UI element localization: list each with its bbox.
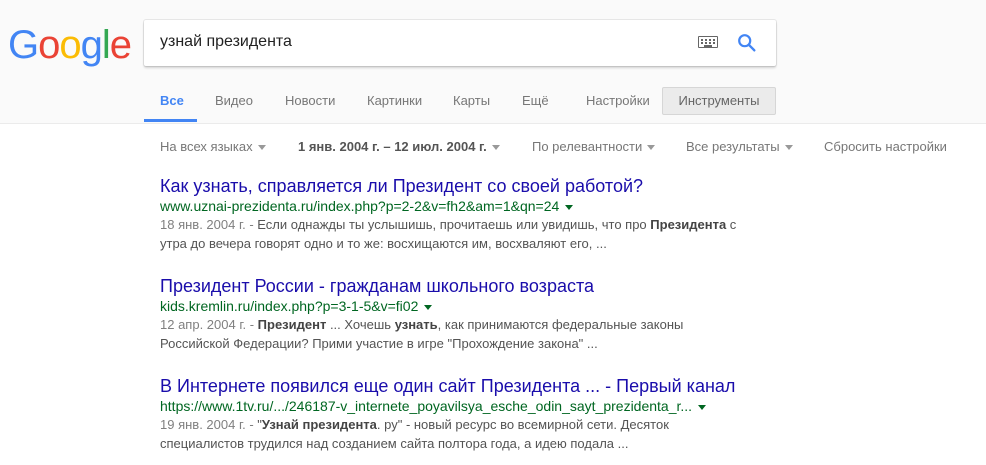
tab-all[interactable]: Все [160, 93, 184, 108]
url-dropdown-icon[interactable] [424, 304, 433, 310]
url-dropdown-icon[interactable] [565, 204, 574, 210]
result-url-text: kids.kremlin.ru/index.php?p=3-1-5&v=fi02 [160, 298, 419, 314]
sort-filter[interactable]: По релевантности [532, 139, 656, 154]
result-title-link[interactable]: Президент России - гражданам школьного в… [160, 275, 760, 297]
search-result: Как узнать, справляется ли Президент со … [160, 175, 760, 253]
tab-images[interactable]: Картинки [367, 93, 422, 108]
search-result: В Интернете появился еще один сайт Прези… [160, 375, 760, 453]
header-bar: Google узнай президента Все Видео Новост… [0, 0, 986, 124]
logo-letter: g [80, 23, 103, 67]
snippet-highlight: Узнай президента [261, 417, 377, 432]
caret-down-icon [491, 145, 500, 151]
result-date: 18 янв. 2004 г. - [160, 217, 258, 232]
result-url: www.uznai-prezidenta.ru/index.php?p=2-2&… [160, 197, 760, 215]
search-box[interactable]: узнай президента [144, 20, 776, 66]
google-logo[interactable]: Google [8, 23, 132, 67]
logo-letter: o [59, 23, 81, 67]
result-date: 19 янв. 2004 г. - [160, 417, 258, 432]
search-input[interactable]: узнай президента [160, 33, 292, 51]
tab-news[interactable]: Новости [285, 93, 335, 108]
logo-letter: G [8, 23, 39, 67]
result-url: kids.kremlin.ru/index.php?p=3-1-5&v=fi02 [160, 297, 760, 315]
results-filter-label: Все результаты [686, 139, 780, 154]
result-snippet: 12 апр. 2004 г. - Президент ... Хочешь у… [160, 315, 750, 353]
result-url-text: https://www.1tv.ru/.../246187-v_internet… [160, 398, 693, 414]
caret-down-icon [647, 145, 656, 151]
caret-down-icon [784, 145, 793, 151]
snippet-text: ... Хочешь [326, 317, 395, 332]
snippet-highlight: Президента [650, 217, 727, 232]
reset-filters-link[interactable]: Сбросить настройки [824, 139, 947, 154]
tab-more[interactable]: Ещё [522, 93, 549, 108]
keyboard-icon[interactable] [698, 36, 718, 48]
tab-video[interactable]: Видео [215, 93, 253, 108]
caret-down-icon [257, 145, 266, 151]
result-url: https://www.1tv.ru/.../246187-v_internet… [160, 397, 760, 415]
logo-letter: l [101, 23, 111, 67]
result-date: 12 апр. 2004 г. - [160, 317, 258, 332]
active-tab-indicator [144, 119, 197, 122]
date-filter-label: 1 янв. 2004 г. – 12 июл. 2004 г. [298, 139, 487, 154]
result-title-link[interactable]: Как узнать, справляется ли Президент со … [160, 175, 760, 197]
snippet-highlight: Президент [257, 317, 327, 332]
results-filter[interactable]: Все результаты [686, 139, 793, 154]
language-filter[interactable]: На всех языках [160, 139, 266, 154]
snippet-highlight: узнать [394, 317, 438, 332]
search-result: Президент России - гражданам школьного в… [160, 275, 760, 353]
logo-letter: e [109, 23, 132, 67]
sort-filter-label: По релевантности [532, 139, 643, 154]
search-tools-bar: На всех языках 1 янв. 2004 г. – 12 июл. … [0, 134, 986, 158]
language-filter-label: На всех языках [160, 139, 253, 154]
result-title-link[interactable]: В Интернете появился еще один сайт Прези… [160, 375, 760, 397]
result-snippet: 19 янв. 2004 г. - "Узнай президента. ру"… [160, 415, 750, 453]
url-dropdown-icon[interactable] [698, 404, 707, 410]
search-icon[interactable] [736, 32, 758, 54]
tools-button[interactable]: Инструменты [662, 87, 776, 115]
tab-settings[interactable]: Настройки [586, 93, 650, 108]
logo-letter: o [38, 23, 60, 67]
result-url-text: www.uznai-prezidenta.ru/index.php?p=2-2&… [160, 198, 560, 214]
snippet-text: Если однажды ты услышишь, прочитаешь или… [257, 217, 651, 232]
date-filter[interactable]: 1 янв. 2004 г. – 12 июл. 2004 г. [298, 139, 500, 154]
tab-maps[interactable]: Карты [453, 93, 490, 108]
result-snippet: 18 янв. 2004 г. - Если однажды ты услыши… [160, 215, 750, 253]
